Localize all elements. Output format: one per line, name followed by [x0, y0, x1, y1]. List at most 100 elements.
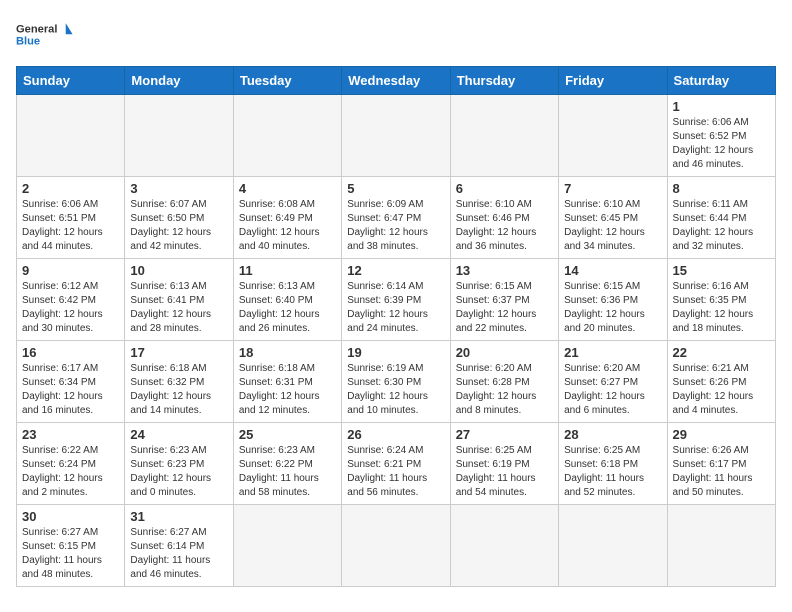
- calendar-week-row: 9Sunrise: 6:12 AM Sunset: 6:42 PM Daylig…: [17, 259, 776, 341]
- calendar-day-cell: 21 Sunrise: 6:20 AM Sunset: 6:27 PM Dayli…: [559, 341, 667, 423]
- day-info: Sunrise: 6:22 AM Sunset: 6:24 PM Dayligh…: [22, 444, 119, 500]
- calendar-table: SundayMondayTuesdayWednesdayThursdayFrid…: [16, 66, 776, 587]
- calendar-day-cell: 1Sunrise: 6:06 AM Sunset: 6:52 PM Daylig…: [667, 95, 775, 177]
- day-info: Sunrise: 6:20 AM Sunset: 6:28 PM Dayligh…: [456, 362, 553, 418]
- calendar-day-cell: [450, 95, 558, 177]
- day-info: Sunrise: 6:08 AM Sunset: 6:49 PM Dayligh…: [239, 198, 336, 254]
- day-info: Sunrise: 6:14 AM Sunset: 6:39 PM Dayligh…: [347, 280, 444, 336]
- calendar-day-cell: 16Sunrise: 6:17 AM Sunset: 6:34 PM Dayli…: [17, 341, 125, 423]
- day-number: 31: [130, 509, 227, 524]
- calendar-day-cell: 12 Sunrise: 6:14 AM Sunset: 6:39 PM Dayli…: [342, 259, 450, 341]
- day-info: Sunrise: 6:24 AM Sunset: 6:21 PM Dayligh…: [347, 444, 444, 500]
- day-number: 24: [130, 427, 227, 442]
- day-number: 14: [564, 263, 661, 278]
- day-number: 7: [564, 181, 661, 196]
- day-number: 4: [239, 181, 336, 196]
- calendar-day-cell: [233, 505, 341, 587]
- day-number: 20: [456, 345, 553, 360]
- day-info: Sunrise: 6:11 AM Sunset: 6:44 PM Dayligh…: [673, 198, 770, 254]
- day-of-week-header: Tuesday: [233, 67, 341, 95]
- calendar-day-cell: 15 Sunrise: 6:16 AM Sunset: 6:35 PM Dayli…: [667, 259, 775, 341]
- calendar-day-cell: 3Sunrise: 6:07 AM Sunset: 6:50 PM Daylig…: [125, 177, 233, 259]
- day-info: Sunrise: 6:18 AM Sunset: 6:31 PM Dayligh…: [239, 362, 336, 418]
- calendar-day-cell: 10 Sunrise: 6:13 AM Sunset: 6:41 PM Dayli…: [125, 259, 233, 341]
- calendar-day-cell: 17Sunrise: 6:18 AM Sunset: 6:32 PM Dayli…: [125, 341, 233, 423]
- calendar-day-cell: 8 Sunrise: 6:11 AM Sunset: 6:44 PM Daylig…: [667, 177, 775, 259]
- day-number: 5: [347, 181, 444, 196]
- day-info: Sunrise: 6:26 AM Sunset: 6:17 PM Dayligh…: [673, 444, 770, 500]
- day-number: 26: [347, 427, 444, 442]
- calendar-day-cell: 13 Sunrise: 6:15 AM Sunset: 6:37 PM Dayli…: [450, 259, 558, 341]
- day-of-week-header: Sunday: [17, 67, 125, 95]
- day-info: Sunrise: 6:12 AM Sunset: 6:42 PM Dayligh…: [22, 280, 119, 336]
- day-info: Sunrise: 6:20 AM Sunset: 6:27 PM Dayligh…: [564, 362, 661, 418]
- day-number: 16: [22, 345, 119, 360]
- day-number: 28: [564, 427, 661, 442]
- day-number: 25: [239, 427, 336, 442]
- day-number: 15: [673, 263, 770, 278]
- calendar-day-cell: 18Sunrise: 6:18 AM Sunset: 6:31 PM Dayli…: [233, 341, 341, 423]
- calendar-day-cell: 2Sunrise: 6:06 AM Sunset: 6:51 PM Daylig…: [17, 177, 125, 259]
- calendar-day-cell: [559, 505, 667, 587]
- calendar-day-cell: 27 Sunrise: 6:25 AM Sunset: 6:19 PM Dayli…: [450, 423, 558, 505]
- day-number: 17: [130, 345, 227, 360]
- calendar-day-cell: 24 Sunrise: 6:23 AM Sunset: 6:23 PM Dayli…: [125, 423, 233, 505]
- day-info: Sunrise: 6:09 AM Sunset: 6:47 PM Dayligh…: [347, 198, 444, 254]
- calendar-day-cell: [667, 505, 775, 587]
- day-of-week-header: Friday: [559, 67, 667, 95]
- calendar-day-cell: 29 Sunrise: 6:26 AM Sunset: 6:17 PM Dayli…: [667, 423, 775, 505]
- day-number: 11: [239, 263, 336, 278]
- day-info: Sunrise: 6:23 AM Sunset: 6:22 PM Dayligh…: [239, 444, 336, 500]
- svg-text:General: General: [16, 24, 57, 36]
- day-number: 29: [673, 427, 770, 442]
- day-number: 27: [456, 427, 553, 442]
- day-number: 8: [673, 181, 770, 196]
- day-info: Sunrise: 6:23 AM Sunset: 6:23 PM Dayligh…: [130, 444, 227, 500]
- calendar-day-cell: 5 Sunrise: 6:09 AM Sunset: 6:47 PM Daylig…: [342, 177, 450, 259]
- calendar-week-row: 1Sunrise: 6:06 AM Sunset: 6:52 PM Daylig…: [17, 95, 776, 177]
- calendar-day-cell: 4 Sunrise: 6:08 AM Sunset: 6:49 PM Daylig…: [233, 177, 341, 259]
- calendar-day-cell: 14Sunrise: 6:15 AM Sunset: 6:36 PM Dayli…: [559, 259, 667, 341]
- day-number: 19: [347, 345, 444, 360]
- day-number: 23: [22, 427, 119, 442]
- day-info: Sunrise: 6:13 AM Sunset: 6:40 PM Dayligh…: [239, 280, 336, 336]
- calendar-week-row: 23 Sunrise: 6:22 AM Sunset: 6:24 PM Dayli…: [17, 423, 776, 505]
- day-info: Sunrise: 6:16 AM Sunset: 6:35 PM Dayligh…: [673, 280, 770, 336]
- day-info: Sunrise: 6:25 AM Sunset: 6:19 PM Dayligh…: [456, 444, 553, 500]
- day-info: Sunrise: 6:15 AM Sunset: 6:37 PM Dayligh…: [456, 280, 553, 336]
- day-info: Sunrise: 6:06 AM Sunset: 6:52 PM Dayligh…: [673, 116, 770, 172]
- day-number: 6: [456, 181, 553, 196]
- page-header: General Blue: [16, 16, 776, 56]
- calendar-day-cell: 9Sunrise: 6:12 AM Sunset: 6:42 PM Daylig…: [17, 259, 125, 341]
- calendar-day-cell: 26 Sunrise: 6:24 AM Sunset: 6:21 PM Dayli…: [342, 423, 450, 505]
- day-info: Sunrise: 6:10 AM Sunset: 6:45 PM Dayligh…: [564, 198, 661, 254]
- calendar-day-cell: 6 Sunrise: 6:10 AM Sunset: 6:46 PM Daylig…: [450, 177, 558, 259]
- calendar-day-cell: [233, 95, 341, 177]
- day-info: Sunrise: 6:10 AM Sunset: 6:46 PM Dayligh…: [456, 198, 553, 254]
- day-number: 12: [347, 263, 444, 278]
- day-of-week-header: Saturday: [667, 67, 775, 95]
- day-of-week-header: Monday: [125, 67, 233, 95]
- day-info: Sunrise: 6:27 AM Sunset: 6:14 PM Dayligh…: [130, 526, 227, 582]
- day-info: Sunrise: 6:13 AM Sunset: 6:41 PM Dayligh…: [130, 280, 227, 336]
- calendar-day-cell: 23 Sunrise: 6:22 AM Sunset: 6:24 PM Dayli…: [17, 423, 125, 505]
- day-number: 21: [564, 345, 661, 360]
- calendar-day-cell: [559, 95, 667, 177]
- calendar-day-cell: 20 Sunrise: 6:20 AM Sunset: 6:28 PM Dayli…: [450, 341, 558, 423]
- day-number: 13: [456, 263, 553, 278]
- day-number: 2: [22, 181, 119, 196]
- day-of-week-header: Wednesday: [342, 67, 450, 95]
- day-number: 30: [22, 509, 119, 524]
- day-number: 10: [130, 263, 227, 278]
- day-number: 22: [673, 345, 770, 360]
- calendar-day-cell: 22Sunrise: 6:21 AM Sunset: 6:26 PM Dayli…: [667, 341, 775, 423]
- day-info: Sunrise: 6:25 AM Sunset: 6:18 PM Dayligh…: [564, 444, 661, 500]
- calendar-day-cell: 28 Sunrise: 6:25 AM Sunset: 6:18 PM Dayli…: [559, 423, 667, 505]
- svg-text:Blue: Blue: [16, 36, 40, 48]
- day-number: 3: [130, 181, 227, 196]
- day-info: Sunrise: 6:27 AM Sunset: 6:15 PM Dayligh…: [22, 526, 119, 582]
- day-of-week-header: Thursday: [450, 67, 558, 95]
- calendar-week-row: 16Sunrise: 6:17 AM Sunset: 6:34 PM Dayli…: [17, 341, 776, 423]
- day-info: Sunrise: 6:19 AM Sunset: 6:30 PM Dayligh…: [347, 362, 444, 418]
- calendar-day-cell: [342, 505, 450, 587]
